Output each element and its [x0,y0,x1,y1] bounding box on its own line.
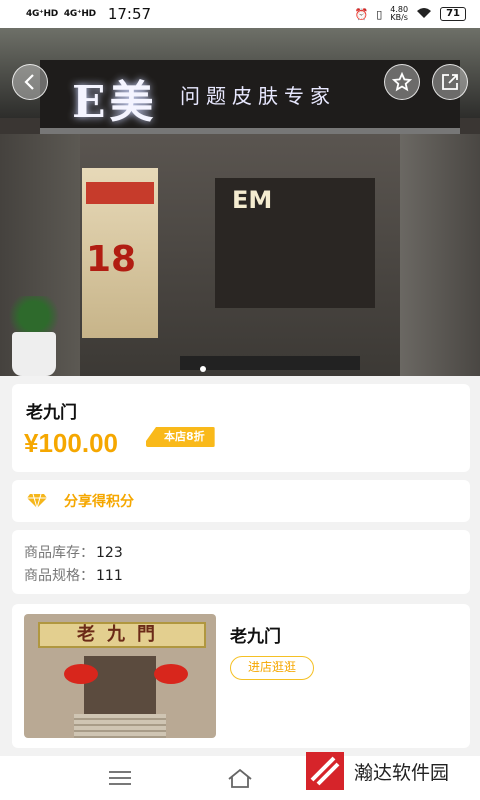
favorite-button[interactable] [384,64,420,100]
share-button[interactable] [432,64,468,100]
share-points-row[interactable]: 分享得积分 [12,480,470,522]
back-button[interactable] [12,64,48,100]
network-indicator-2: 4G⁺HD [63,8,96,19]
shop-sign: 老九門 [38,622,206,648]
share-points-label: 分享得积分 [64,494,134,510]
shop-name: 老九门 [230,627,281,647]
watermark-text: 瀚达软件园 [354,761,450,784]
network-indicator-1: 4G⁺HD [26,8,58,19]
status-bar: 4G⁺HD 4G⁺HD 17:57 ⏰ ▯ 4.80 KB/s 71 [0,0,480,28]
watermark: 瀚达软件园 [304,750,449,792]
reception-sign: EM [232,186,273,214]
spec-value: 111 [96,568,123,584]
network-speed: 4.80 KB/s [390,5,409,22]
product-price: ¥100.00 [24,428,118,458]
promo-poster: 18 [82,168,158,338]
product-price-card: 老九门 ¥100.00 本店8折 [12,384,470,472]
lantern-icon [64,664,98,684]
potted-plant [4,296,64,376]
home-icon[interactable] [226,767,254,789]
battery-indicator: 71 [440,7,466,21]
alarm-icon: ⏰ [354,7,369,21]
stock-label: 商品库存： [24,545,94,561]
shop-image[interactable]: 老九門 [24,614,216,738]
stock-value: 123 [96,545,123,561]
diamond-icon [27,493,47,509]
poster-price: 18 [86,239,137,280]
chevron-left-icon [24,74,34,90]
spec-label: 商品规格： [24,568,94,584]
product-title: 老九门 [26,403,77,423]
door-mat [180,356,360,370]
store-sign-subtext: 问题皮肤专家 [180,84,336,108]
store-sign-text: E美 [72,77,158,128]
share-icon [442,74,458,90]
stock-row: 商品库存： 123 [24,542,123,562]
discount-badge: 本店8折 [146,427,215,447]
star-icon [392,72,412,92]
carousel-indicator[interactable] [200,366,206,372]
product-info-card: 商品库存： 123 商品规格： 111 [12,530,470,594]
watermark-logo-icon [306,752,344,790]
wifi-icon [416,7,432,22]
spec-row: 商品规格： 111 [24,565,123,585]
visit-store-button[interactable]: 进店逛逛 [230,656,314,680]
lantern-icon [154,664,188,684]
menu-icon[interactable] [108,770,132,786]
shop-card: 老九門 老九门 进店逛逛 [12,604,470,748]
clock: 17:57 [107,5,152,23]
vibrate-icon: ▯ [376,7,383,21]
